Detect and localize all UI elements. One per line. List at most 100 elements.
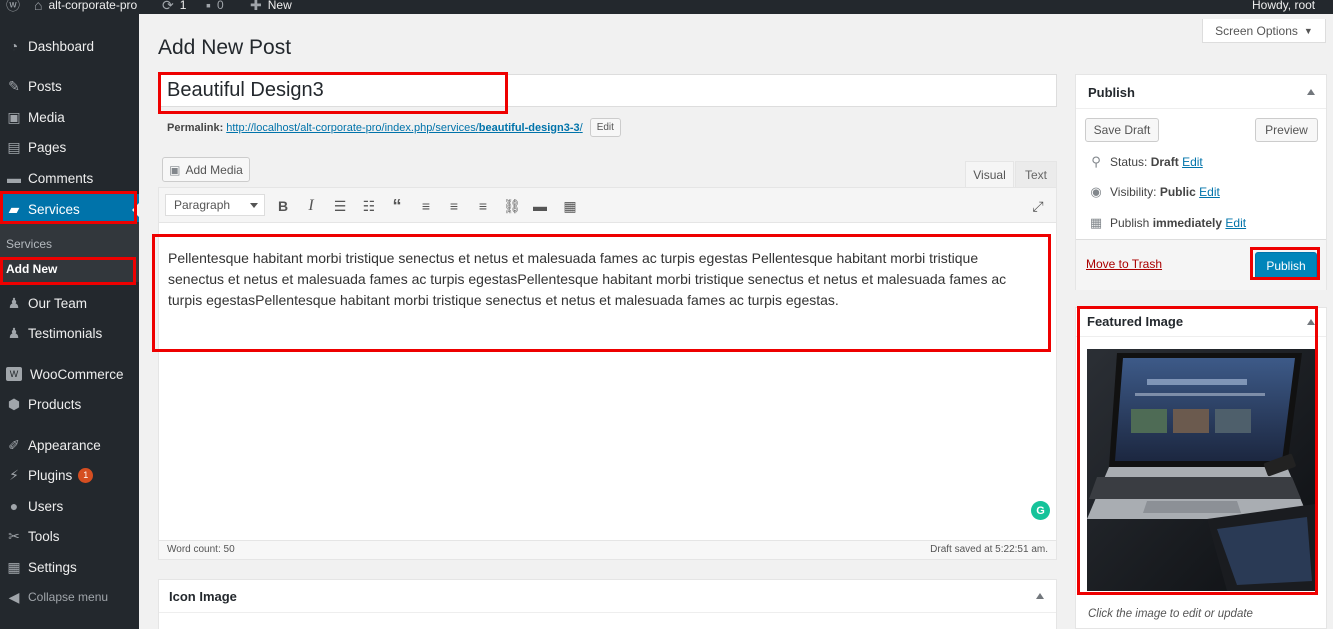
sidebar-item-tools[interactable]: ✂ Tools [0, 521, 139, 551]
user-icon: ● [9, 498, 19, 514]
media-icon: ▣ [169, 162, 181, 177]
icon-image-box: Icon Image [158, 579, 1057, 629]
users-icon: ♟ [7, 294, 21, 311]
collapse-menu-button[interactable]: ◀ Collapse menu [0, 582, 139, 612]
tab-text[interactable]: Text [1015, 161, 1057, 187]
current-menu-arrow [132, 203, 139, 217]
plug-icon: ⚡ [9, 466, 19, 483]
comment-bubble-icon: ▪ [206, 0, 211, 13]
publish-header: Publish [1076, 75, 1326, 109]
permalink-row: Permalink: http://localhost/alt-corporat… [167, 118, 621, 137]
box-icon: ⬢ [7, 395, 21, 412]
bullet-list-icon[interactable]: ☰ [329, 195, 351, 217]
users-icon: ♟ [7, 324, 21, 341]
align-right-icon[interactable]: ≡ [472, 195, 494, 217]
dashboard-icon: ◔ [9, 38, 19, 54]
sidebar-item-services[interactable]: ▰ Services [0, 194, 139, 224]
wordpress-logo-icon[interactable]: ⓦ [6, 0, 20, 12]
blockquote-icon[interactable]: “ [386, 195, 408, 217]
folder-icon: ▰ [8, 200, 20, 217]
format-select[interactable]: Paragraph [165, 194, 265, 216]
toolbar-toggle-icon[interactable]: ▦ [559, 195, 581, 217]
featured-image-thumbnail[interactable] [1087, 349, 1315, 591]
submenu-item-add-new[interactable]: Add New [6, 262, 57, 276]
pin-icon: ⚲ [1091, 154, 1101, 169]
plus-icon: ✚ [250, 0, 262, 13]
align-left-icon[interactable]: ≡ [415, 195, 437, 217]
divider [1076, 336, 1326, 337]
comments-icon: ▬ [7, 170, 21, 186]
add-media-button[interactable]: ▣ Add Media [162, 157, 250, 182]
editor-status-bar: Word count: 50 Draft saved at 5:22:51 am… [158, 541, 1057, 560]
grammarly-icon[interactable]: G [1031, 501, 1050, 520]
permalink-link[interactable]: http://localhost/alt-corporate-pro/index… [226, 122, 582, 134]
caret-down-icon [250, 203, 258, 208]
new-content-link[interactable]: ✚ New [250, 0, 292, 12]
plugins-update-badge: 1 [78, 467, 94, 483]
editor-toolbar: Paragraph B I ☰ ☷ “ ≡ ≡ ≡ ⛓ ▬ ▦ ⤢ [158, 187, 1057, 223]
schedule-row: ▦ Publish immediately Edit [1089, 215, 1247, 230]
status-row: ⚲ Status: Draft Edit [1088, 154, 1203, 170]
sidebar-item-testimonials[interactable]: ♟ Testimonials [0, 318, 139, 348]
calendar-icon: ▦ [1089, 215, 1103, 230]
wrench-icon: ✂ [8, 527, 20, 544]
updates-link[interactable]: ⟳ 1 [162, 0, 186, 12]
edit-schedule-link[interactable]: Edit [1225, 216, 1246, 230]
settings-icon: ▦ [7, 558, 21, 575]
sidebar-item-woocommerce[interactable]: W WooCommerce [0, 359, 139, 389]
home-icon: ⌂ [34, 0, 43, 13]
visibility-row: ◉ Visibility: Public Edit [1088, 184, 1220, 200]
tab-visual[interactable]: Visual [965, 161, 1014, 187]
italic-icon[interactable]: I [300, 195, 322, 217]
publish-button[interactable]: Publish [1255, 252, 1317, 280]
toggle-arrow-icon[interactable] [1036, 593, 1044, 599]
howdy-user-link[interactable]: Howdy, root [1252, 0, 1315, 12]
sidebar-item-appearance[interactable]: ✐ Appearance [0, 430, 139, 460]
screen-options-button[interactable]: Screen Options ▼ [1202, 19, 1326, 43]
numbered-list-icon[interactable]: ☷ [358, 195, 380, 217]
save-draft-button[interactable]: Save Draft [1085, 118, 1159, 142]
sidebar-item-comments[interactable]: ▬ Comments [0, 163, 139, 193]
preview-button[interactable]: Preview [1255, 118, 1318, 142]
read-more-icon[interactable]: ▬ [529, 195, 551, 217]
toggle-arrow-icon[interactable] [1307, 89, 1315, 95]
toggle-arrow-icon[interactable] [1307, 319, 1315, 325]
link-icon[interactable]: ⛓ [501, 195, 523, 217]
sidebar-item-posts[interactable]: ✎ Posts [0, 71, 139, 101]
fullscreen-icon[interactable]: ⤢ [1027, 195, 1049, 217]
comments-link[interactable]: ▪ 0 [206, 0, 224, 12]
move-to-trash-link[interactable]: Move to Trash [1086, 257, 1162, 271]
sidebar-item-settings[interactable]: ▦ Settings [0, 552, 139, 582]
site-name-link[interactable]: ⌂ alt-corporate-pro [34, 0, 137, 12]
pages-icon: ▤ [7, 138, 21, 155]
brush-icon: ✐ [8, 436, 20, 453]
admin-bar: ⓦ ⌂ alt-corporate-pro ⟳ 1 ▪ 0 ✚ New Howd… [0, 0, 1333, 14]
sidebar-item-media[interactable]: ▣ Media [0, 102, 139, 132]
sidebar-item-dashboard[interactable]: ◔ Dashboard [0, 31, 139, 61]
publish-actions: Move to Trash Publish [1076, 239, 1326, 290]
laptop-photo-icon [1087, 349, 1315, 591]
edit-visibility-link[interactable]: Edit [1199, 185, 1220, 199]
sidebar-item-our-team[interactable]: ♟ Our Team [0, 288, 139, 318]
sidebar-item-products[interactable]: ⬢ Products [0, 389, 139, 419]
woo-icon: W [6, 367, 22, 381]
collapse-icon: ◀ [8, 588, 20, 605]
sidebar-item-plugins[interactable]: ⚡ Plugins 1 [0, 460, 139, 490]
featured-image-caption: Click the image to edit or update [1088, 608, 1253, 620]
sidebar-item-users[interactable]: ● Users [0, 491, 139, 521]
align-center-icon[interactable]: ≡ [443, 195, 465, 217]
publish-box: Publish Save Draft Preview ⚲ Status: Dra… [1075, 74, 1327, 290]
admin-sidebar: ◔ Dashboard ✎ Posts ▣ Media ▤ Pages ▬ Co… [0, 14, 139, 629]
post-title-input[interactable]: Beautiful Design3 [158, 74, 1057, 107]
edit-status-link[interactable]: Edit [1182, 155, 1203, 169]
refresh-icon: ⟳ [162, 0, 174, 13]
edit-permalink-button[interactable]: Edit [589, 118, 621, 137]
featured-image-title: Featured Image [1087, 314, 1184, 329]
post-body-text[interactable]: Pellentesque habitant morbi tristique se… [168, 248, 1038, 311]
sidebar-item-pages[interactable]: ▤ Pages [0, 132, 139, 162]
eye-icon: ◉ [1090, 184, 1102, 199]
bold-icon[interactable]: B [272, 195, 294, 217]
media-icon: ▣ [7, 108, 21, 125]
submenu-item-services[interactable]: Services [6, 237, 52, 251]
services-submenu: Services Add New [0, 222, 139, 282]
